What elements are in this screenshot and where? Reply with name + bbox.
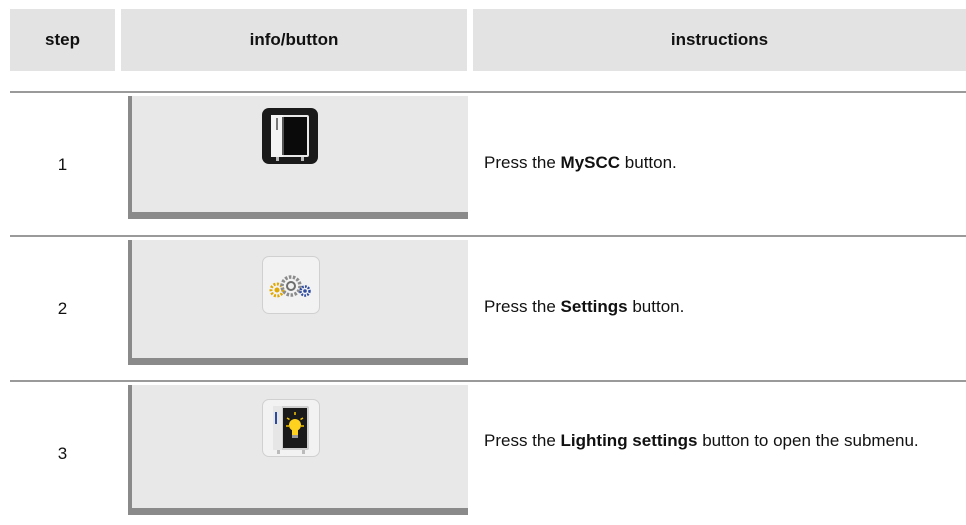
instruction-text: Press the MySCC button. — [484, 153, 677, 172]
button-panel — [128, 240, 468, 365]
table-row: 3 Press the Lighting settings button to … — [10, 382, 966, 525]
header-instructions: instructions — [473, 9, 966, 71]
instruction-text: Press the Lighting settings button to op… — [484, 431, 919, 450]
table-row: 2 Press the Settings button. — [10, 237, 966, 380]
step-number: 1 — [57, 155, 68, 174]
step-number: 3 — [57, 444, 68, 463]
table-header: step info/button instructions — [10, 9, 966, 71]
settings-gears-icon[interactable] — [262, 256, 320, 314]
myscc-button-icon[interactable] — [262, 108, 318, 164]
button-panel — [128, 96, 468, 219]
table-row: 1 Press the MySCC button. — [10, 93, 966, 235]
header-step: step — [10, 9, 115, 71]
lighting-settings-icon[interactable] — [262, 399, 320, 457]
instruction-text: Press the Settings button. — [484, 297, 685, 316]
header-info-button: info/button — [121, 9, 467, 71]
button-panel — [128, 385, 468, 515]
step-number: 2 — [57, 299, 68, 318]
